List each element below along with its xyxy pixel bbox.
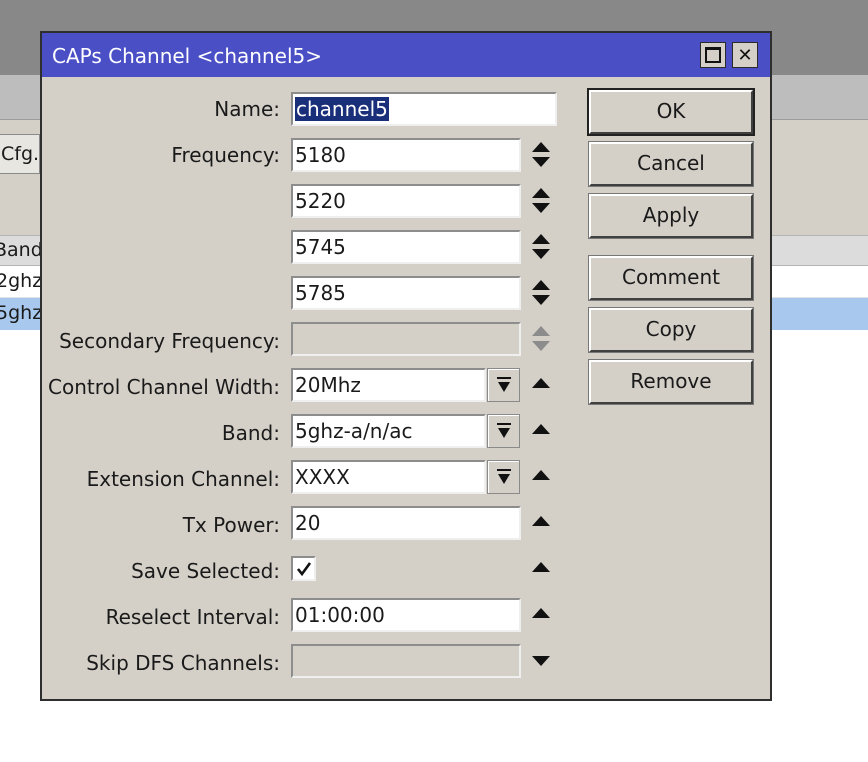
comment-button[interactable]: Comment [588, 255, 754, 301]
updown-arrows-icon [532, 326, 550, 351]
extension-channel-dropdown-button[interactable] [487, 460, 520, 494]
name-label: Name: [214, 97, 280, 121]
row-band-cell: 2ghz [0, 270, 43, 292]
triangle-up-icon[interactable] [530, 466, 552, 486]
remove-button[interactable]: Remove [588, 359, 754, 405]
updown-arrows-icon[interactable] [530, 186, 552, 216]
row-band-cell: 5ghz [0, 302, 43, 324]
cfg-button[interactable]: Cfg. [0, 134, 40, 174]
band-select[interactable]: 5ghz-a/n/ac [291, 414, 486, 448]
apply-button[interactable]: Apply [588, 193, 754, 239]
extension-channel-select[interactable]: XXXX [291, 460, 486, 494]
control-channel-width-dropdown-button[interactable] [487, 368, 520, 402]
triangle-down-icon[interactable] [530, 650, 552, 670]
triangle-up-icon[interactable] [530, 512, 552, 532]
control-channel-width-label: Control Channel Width: [48, 375, 280, 399]
ok-button[interactable]: OK [587, 88, 755, 136]
copy-button[interactable]: Copy [588, 307, 754, 353]
secondary-frequency-input [291, 322, 521, 356]
band-label: Band: [221, 421, 280, 445]
dialog-titlebar[interactable]: CAPs Channel <channel5> ✕ [42, 33, 770, 77]
cancel-button[interactable]: Cancel [588, 141, 754, 187]
close-icon: ✕ [737, 44, 753, 66]
caps-channel-dialog: CAPs Channel <channel5> ✕ Name: channel5… [40, 31, 772, 701]
maximize-button[interactable] [700, 42, 726, 68]
triangle-up-icon[interactable] [530, 604, 552, 624]
dropdown-arrow-icon [497, 423, 511, 438]
save-selected-label: Save Selected: [131, 559, 280, 583]
name-input[interactable]: channel5 [291, 92, 557, 126]
extension-channel-label: Extension Channel: [86, 467, 280, 491]
updown-arrows-icon[interactable] [530, 140, 552, 170]
dropdown-arrow-icon [497, 377, 511, 392]
frequency-input-4[interactable]: 5785 [291, 276, 521, 310]
triangle-up-icon[interactable] [530, 558, 552, 578]
secondary-frequency-label: Secondary Frequency: [59, 329, 280, 353]
updown-arrows-icon[interactable] [530, 278, 552, 308]
skip-dfs-channels-label: Skip DFS Channels: [86, 651, 280, 675]
triangle-up-icon[interactable] [530, 420, 552, 440]
frequency-label: Frequency: [171, 143, 280, 167]
close-button[interactable]: ✕ [732, 42, 758, 68]
save-selected-checkbox[interactable] [291, 556, 316, 581]
frequency-input-3[interactable]: 5745 [291, 230, 521, 264]
tx-power-input[interactable]: 20 [291, 506, 521, 540]
triangle-up-icon[interactable] [530, 374, 552, 394]
band-dropdown-button[interactable] [487, 414, 520, 448]
tx-power-label: Tx Power: [182, 513, 280, 537]
name-input-value: channel5 [295, 97, 389, 121]
control-channel-width-select[interactable]: 20Mhz [291, 368, 486, 402]
column-header-band[interactable]: Band [0, 239, 43, 261]
updown-arrows-icon[interactable] [530, 232, 552, 262]
frequency-input-2[interactable]: 5220 [291, 184, 521, 218]
checkmark-icon [296, 562, 312, 577]
dropdown-arrow-icon [497, 469, 511, 484]
reselect-interval-input[interactable]: 01:00:00 [291, 598, 521, 632]
maximize-icon [705, 47, 721, 63]
reselect-interval-label: Reselect Interval: [105, 605, 280, 629]
skip-dfs-channels-input [291, 644, 521, 678]
frequency-input-1[interactable]: 5180 [291, 138, 521, 172]
dialog-title: CAPs Channel <channel5> [52, 44, 322, 68]
